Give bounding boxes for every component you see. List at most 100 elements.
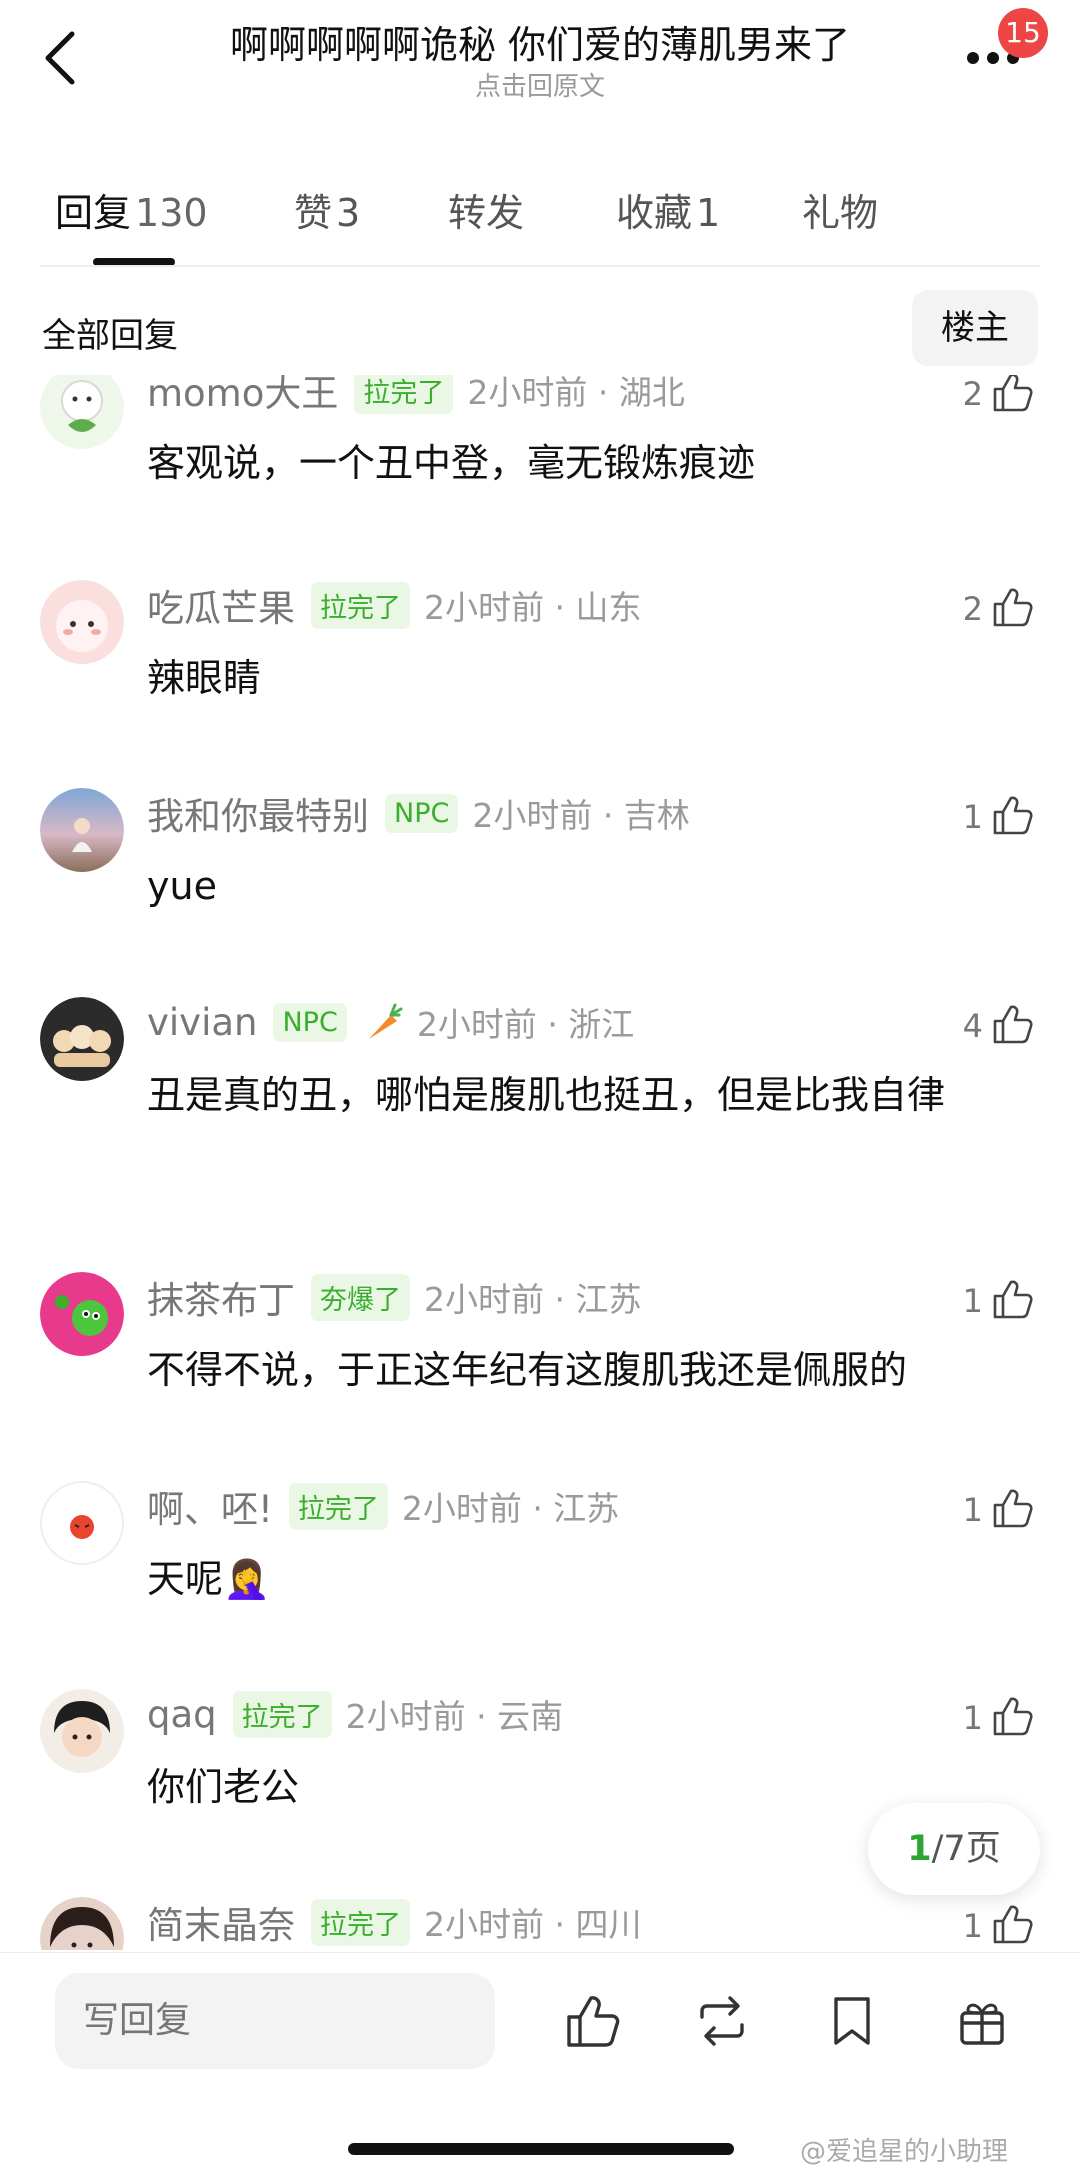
like-count: 2 xyxy=(962,590,983,628)
post-title[interactable]: 啊啊啊啊啊诡秘 你们爱的薄肌男来了 xyxy=(200,14,880,69)
comment-text: 辣眼睛 xyxy=(147,656,262,700)
carrot-icon xyxy=(368,1003,403,1039)
nickname[interactable]: 我和你最特别 xyxy=(147,786,369,840)
comment-text: yue xyxy=(147,864,217,908)
like-control[interactable]: 1 xyxy=(955,1486,1065,1536)
avatar[interactable] xyxy=(40,1481,124,1565)
user-tag: NPC xyxy=(273,1002,347,1042)
home-indicator[interactable] xyxy=(348,2143,734,2155)
all-replies-label[interactable]: 全部回复 xyxy=(42,308,178,357)
tab-count: 1 xyxy=(696,191,721,235)
avatar[interactable] xyxy=(40,1689,124,1773)
like-count: 1 xyxy=(962,798,983,836)
like-control[interactable]: 1 xyxy=(955,793,1065,843)
top-bar: 啊啊啊啊啊诡秘 你们爱的薄肌男来了 点击回原文 15 xyxy=(0,0,1080,120)
timestamp-location: 2小时前 · 吉林 xyxy=(472,796,690,835)
back-to-post-link[interactable]: 点击回原文 xyxy=(200,66,880,103)
tab-count: 130 xyxy=(135,191,208,235)
like-count: 4 xyxy=(962,1007,983,1045)
watermark: @爱追星的小助理 xyxy=(800,2137,1009,2167)
nickname[interactable]: 简末晶奈 xyxy=(147,1895,295,1949)
like-control[interactable]: 2 xyxy=(955,585,1065,635)
like-count: 2 xyxy=(962,375,983,413)
nickname[interactable]: qaq xyxy=(147,1693,217,1736)
avatar[interactable] xyxy=(40,997,124,1081)
thumb-up-icon[interactable] xyxy=(991,1486,1035,1530)
reply-input[interactable] xyxy=(55,1973,495,2069)
tab-label: 转发 xyxy=(448,191,525,235)
timestamp-location: 2小时前 · 江苏 xyxy=(424,1280,642,1319)
comment-meta: 我和你最特别 NPC 2小时前 · 吉林 xyxy=(147,788,690,838)
user-tag: 拉完了 xyxy=(311,1898,410,1946)
tab-label: 收藏 xyxy=(616,191,693,235)
user-tag: 拉完了 xyxy=(311,581,410,629)
user-tag: 夯爆了 xyxy=(311,1273,410,1321)
timestamp-location: 2小时前 · 浙江 xyxy=(416,1005,635,1044)
comment-text: 客观说，一个丑中登，毫无锻炼痕迹 xyxy=(147,441,756,485)
user-tag: 拉完了 xyxy=(288,1482,388,1530)
user-tag: 拉完了 xyxy=(232,1690,332,1738)
nickname[interactable]: vivian xyxy=(147,1001,257,1044)
thumb-up-icon[interactable] xyxy=(991,585,1035,629)
avatar[interactable] xyxy=(40,375,124,449)
nickname[interactable]: momo大王 xyxy=(147,375,338,417)
like-count: 1 xyxy=(962,1282,983,1320)
divider xyxy=(40,265,1040,267)
user-tag: NPC xyxy=(385,793,459,833)
avatar[interactable] xyxy=(40,1272,124,1356)
page-indicator[interactable]: 1/7页 xyxy=(868,1803,1040,1895)
comment-meta: vivian NPC 2小时前 · 浙江 xyxy=(147,997,634,1047)
avatar[interactable] xyxy=(40,1897,124,1950)
filter-bar: 全部回复 楼主 xyxy=(0,290,1080,370)
thumb-up-icon[interactable] xyxy=(991,375,1035,414)
op-only-button[interactable]: 楼主 xyxy=(912,290,1038,366)
tab-reposts[interactable]: 转发 xyxy=(448,182,524,237)
like-control[interactable]: 1 xyxy=(955,1277,1065,1327)
like-control[interactable]: 2 xyxy=(955,375,1065,420)
tab-favorites[interactable]: 收藏 1 xyxy=(616,182,720,237)
comment-text: 丑是真的丑，哪怕是腹肌也挺丑，但是比我自律 xyxy=(147,1073,946,1117)
avatar[interactable] xyxy=(40,580,124,664)
timestamp-location: 2小时前 · 湖北 xyxy=(467,375,685,412)
chevron-left-icon[interactable] xyxy=(38,28,88,88)
thumb-up-icon[interactable] xyxy=(991,1002,1035,1046)
tab-gifts[interactable]: 礼物 xyxy=(802,182,878,237)
gift-icon[interactable] xyxy=(952,1991,1012,2051)
tab-label: 回复 xyxy=(55,191,132,235)
user-tag: 拉完了 xyxy=(354,375,454,414)
comment-text: 不得不说，于正这年纪有这腹肌我还是佩服的 xyxy=(147,1348,908,1392)
like-count: 1 xyxy=(962,1491,983,1529)
like-control[interactable]: 4 xyxy=(955,1002,1065,1052)
like-control[interactable]: 1 xyxy=(955,1694,1065,1744)
thumb-up-icon[interactable] xyxy=(991,1694,1035,1738)
comment-meta: 抹茶布丁 夯爆了 2小时前 · 江苏 xyxy=(147,1272,641,1322)
nickname[interactable]: 抹茶布丁 xyxy=(147,1270,295,1324)
timestamp-location: 2小时前 · 四川 xyxy=(424,1905,642,1944)
like-count: 1 xyxy=(962,1699,983,1737)
timestamp-location: 2小时前 · 云南 xyxy=(345,1697,564,1736)
nickname[interactable]: 啊、呸! xyxy=(147,1479,273,1533)
current-page: 1 xyxy=(907,1829,932,1869)
avatar[interactable] xyxy=(40,788,124,872)
comment-meta: momo大王 拉完了 2小时前 · 湖北 xyxy=(147,375,685,415)
like-count: 1 xyxy=(962,1907,983,1945)
comment-meta: 啊、呸! 拉完了 2小时前 · 江苏 xyxy=(147,1481,619,1531)
repost-icon[interactable] xyxy=(692,1991,752,2051)
thumb-up-icon[interactable] xyxy=(991,1277,1035,1321)
bookmark-icon[interactable] xyxy=(822,1991,882,2051)
tab-label: 赞 xyxy=(294,191,333,235)
tab-replies[interactable]: 回复 130 xyxy=(55,182,208,237)
tab-likes[interactable]: 赞3 xyxy=(294,182,360,237)
nickname[interactable]: 吃瓜芒果 xyxy=(147,578,295,632)
thumb-up-icon[interactable] xyxy=(563,1991,623,2051)
comment-meta: 简末晶奈 拉完了 2小时前 · 四川 xyxy=(147,1897,641,1947)
notification-badge: 15 xyxy=(998,8,1048,58)
tab-bar: 回复 130 赞3 转发 收藏 1 礼物 xyxy=(0,160,1080,260)
like-control[interactable]: 1 xyxy=(955,1902,1065,1950)
timestamp-location: 2小时前 · 江苏 xyxy=(401,1489,620,1528)
thumb-up-icon[interactable] xyxy=(991,1902,1035,1946)
comment-list[interactable]: momo大王 拉完了 2小时前 · 湖北 2 客观说，一个丑中登，毫无锻炼痕迹 … xyxy=(0,375,1080,1950)
page-total: /7页 xyxy=(931,1829,1001,1869)
thumb-up-icon[interactable] xyxy=(991,793,1035,837)
comment-text: 天呢🤦‍♀️ xyxy=(147,1557,271,1601)
